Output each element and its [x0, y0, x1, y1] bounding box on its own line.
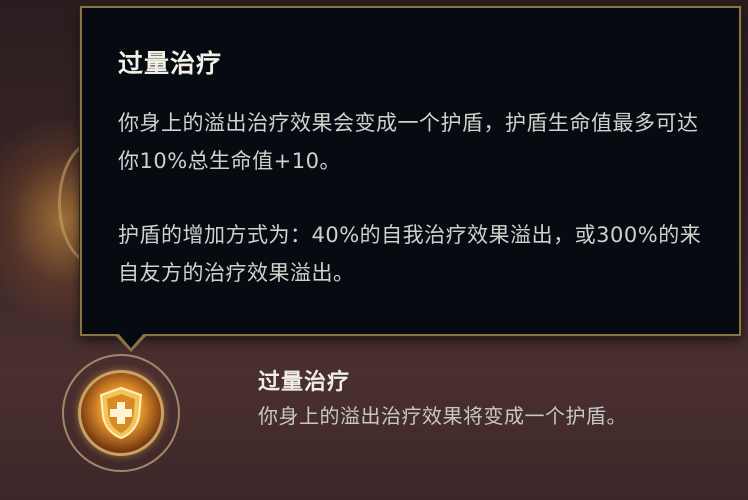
tooltip-description: 你身上的溢出治疗效果会变成一个护盾，护盾生命值最多可达你10%总生命值+10。 [118, 111, 699, 173]
tooltip-title: 过量治疗 [118, 49, 223, 78]
rune-icon-button[interactable] [78, 370, 164, 456]
tooltip-shield-formula: 护盾的增加方式为：40%的自我治疗效果溢出，或300%的来自友方的治疗效果溢出。 [118, 223, 702, 285]
rune-title: 过量治疗 [258, 370, 351, 395]
rune-description: 你身上的溢出治疗效果将变成一个护盾。 [258, 404, 627, 428]
tooltip-panel: 过量治疗 你身上的溢出治疗效果会变成一个护盾，护盾生命值最多可达你10%总生命值… [80, 6, 741, 336]
tooltip-arrow [117, 332, 145, 348]
